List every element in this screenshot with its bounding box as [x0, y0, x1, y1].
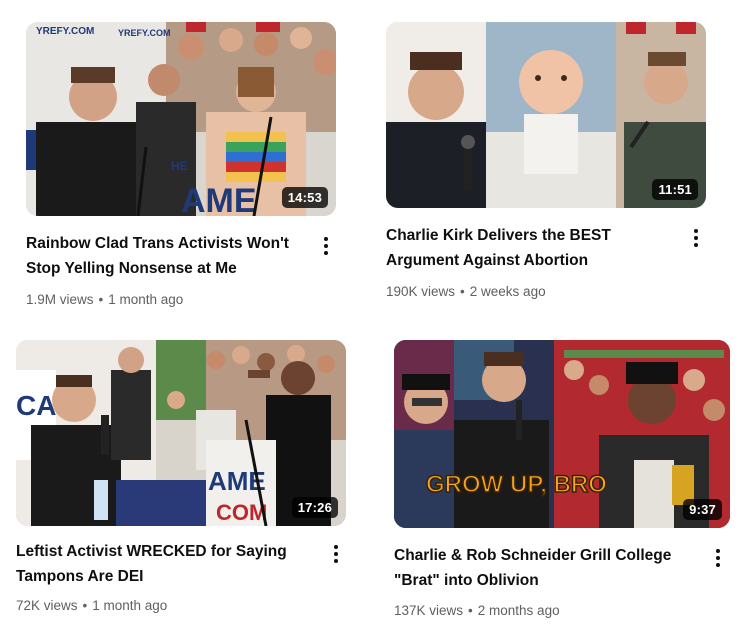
video-title[interactable]: Charlie Kirk Delivers the BEST Argument …	[386, 223, 686, 273]
thumb-text: HE	[171, 159, 188, 173]
video-title-line: Leftist Activist WRECKED for Saying	[16, 543, 287, 560]
separator: •	[468, 603, 473, 618]
thumb-text: COM	[216, 500, 267, 525]
video-thumbnail[interactable]: GROW UP, BRO 9:37	[394, 340, 730, 528]
thumb-text: CA	[16, 390, 56, 421]
thumb-text: YREFY.COM	[118, 28, 171, 38]
view-count: 1.9M views	[26, 292, 94, 307]
duration-badge: 11:51	[652, 179, 698, 200]
video-thumbnail[interactable]: CA AME COM 17:26	[16, 340, 346, 526]
video-title-line: Rainbow Clad Trans Activists Won't	[26, 235, 289, 252]
video-meta: 190K views • 2 weeks ago	[386, 284, 546, 299]
more-vert-icon[interactable]	[318, 234, 334, 258]
video-title[interactable]: Rainbow Clad Trans Activists Won't Stop …	[26, 231, 316, 281]
video-title[interactable]: Leftist Activist WRECKED for Saying Tamp…	[16, 539, 326, 589]
video-thumbnail[interactable]: YREFY.COM YREFY.COM AME HE 14:53	[26, 22, 336, 216]
video-title-line: Tampons Are DEI	[16, 568, 144, 585]
thumb-overlay-text: GROW UP, BRO	[426, 471, 607, 498]
upload-age: 2 months ago	[477, 603, 560, 618]
duration-badge: 17:26	[291, 497, 338, 518]
view-count: 137K views	[394, 603, 464, 618]
video-title-line: Argument Against Abortion	[386, 252, 589, 269]
video-thumbnail[interactable]: 11:51	[386, 22, 706, 208]
duration-badge: 14:53	[281, 187, 328, 208]
separator: •	[82, 598, 88, 613]
upload-age: 1 month ago	[92, 598, 168, 613]
thumb-text: AME	[181, 182, 257, 216]
thumb-text: YREFY.COM	[36, 26, 94, 37]
upload-age: 1 month ago	[108, 292, 184, 307]
video-meta: 137K views • 2 months ago	[394, 603, 560, 618]
view-count: 72K views	[16, 598, 78, 613]
more-vert-icon[interactable]	[710, 546, 726, 570]
more-vert-icon[interactable]	[328, 542, 344, 566]
video-title-line: "Brat" into Oblivion	[394, 572, 539, 589]
video-title-line: Stop Yelling Nonsense at Me	[26, 260, 237, 277]
separator: •	[98, 292, 104, 307]
video-title-line: Charlie Kirk Delivers the BEST	[386, 227, 611, 244]
thumbnail-image: GROW UP, BRO	[394, 340, 730, 528]
view-count: 190K views	[386, 284, 456, 299]
video-title[interactable]: Charlie & Rob Schneider Grill College "B…	[394, 543, 704, 593]
more-vert-icon[interactable]	[688, 226, 704, 250]
video-meta: 1.9M views • 1 month ago	[26, 292, 183, 307]
separator: •	[460, 284, 465, 299]
duration-badge: 9:37	[683, 499, 722, 520]
upload-age: 2 weeks ago	[469, 284, 546, 299]
video-title-line: Charlie & Rob Schneider Grill College	[394, 547, 672, 564]
video-meta: 72K views • 1 month ago	[16, 598, 167, 613]
